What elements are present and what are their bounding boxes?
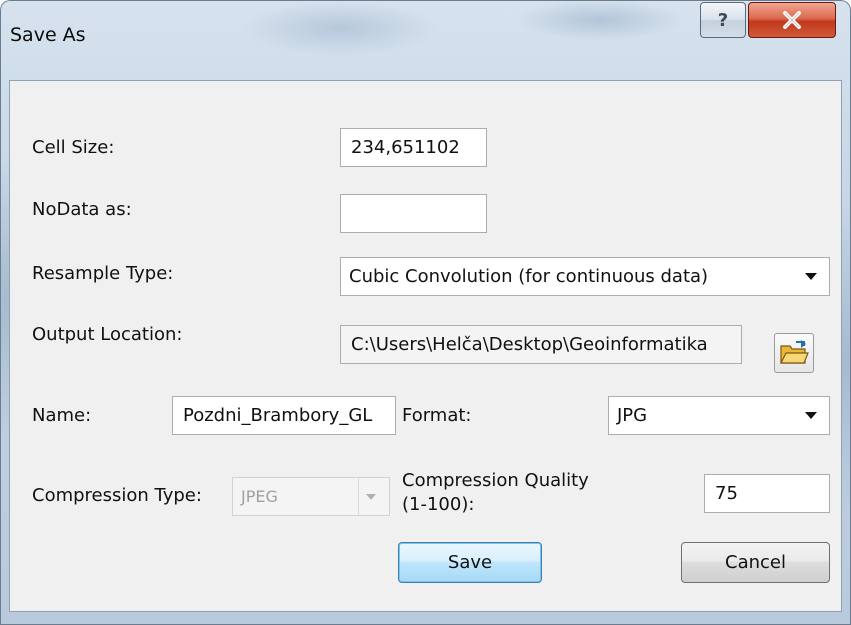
compression-type-label: Compression Type:	[32, 485, 202, 506]
format-select[interactable]: JPG	[608, 396, 830, 435]
question-icon: ?	[717, 9, 729, 31]
resample-type-value: Cubic Convolution (for continuous data)	[349, 266, 709, 287]
browse-folder-button[interactable]	[774, 333, 814, 373]
help-button[interactable]: ?	[700, 2, 746, 38]
chevron-down-icon	[358, 478, 383, 515]
output-location-input[interactable]: C:\Users\Helča\Desktop\Geoinformatika	[340, 325, 742, 364]
save-button[interactable]: Save	[398, 542, 542, 583]
compression-quality-input[interactable]: 75	[704, 474, 830, 513]
save-as-dialog: Save As ? Cell Size: 234,651102 NoData a…	[0, 0, 851, 625]
close-button[interactable]	[748, 2, 836, 38]
cell-size-input[interactable]: 234,651102	[340, 128, 487, 167]
close-icon	[783, 11, 801, 29]
name-input[interactable]: Pozdni_Brambory_GL	[172, 396, 396, 435]
dialog-body: Cell Size: 234,651102 NoData as: Resampl…	[9, 80, 842, 612]
name-label: Name:	[32, 405, 92, 426]
compression-type-select[interactable]: JPEG	[232, 477, 390, 516]
window-title: Save As	[10, 24, 86, 46]
chevron-down-icon	[799, 397, 823, 434]
format-value: JPG	[617, 405, 648, 426]
resample-type-label: Resample Type:	[32, 263, 174, 284]
nodata-label: NoData as:	[32, 199, 132, 220]
format-label: Format:	[402, 405, 472, 426]
resample-type-select[interactable]: Cubic Convolution (for continuous data)	[340, 257, 830, 296]
cell-size-label: Cell Size:	[32, 137, 115, 158]
folder-open-icon	[780, 340, 809, 364]
compression-type-value: JPEG	[241, 487, 278, 506]
compression-quality-label-line2: (1-100):	[402, 494, 475, 515]
compression-quality-label: Compression Quality (1-100):	[402, 469, 589, 517]
chevron-down-icon	[799, 258, 823, 295]
cancel-button[interactable]: Cancel	[681, 542, 830, 583]
output-location-label: Output Location:	[32, 324, 183, 345]
nodata-input[interactable]	[340, 194, 487, 233]
compression-quality-label-line1: Compression Quality	[402, 470, 589, 491]
title-bar[interactable]: Save As ?	[0, 0, 851, 80]
